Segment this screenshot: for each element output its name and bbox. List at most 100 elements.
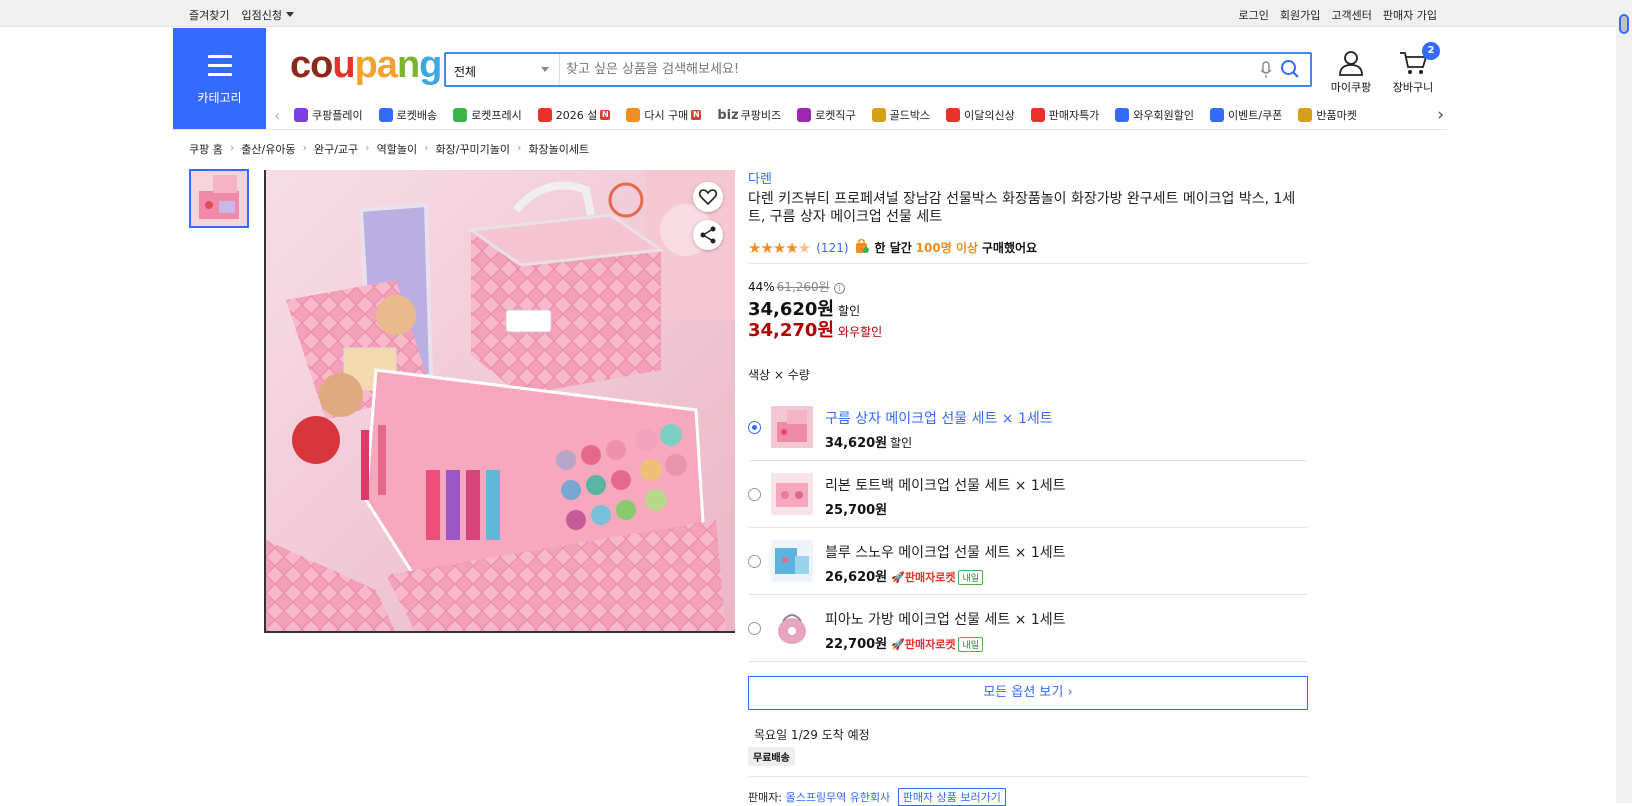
new-icon (946, 108, 961, 122)
search-bar: 전체 (444, 52, 1312, 87)
tomorrow-badge: 내일 (958, 570, 984, 585)
brand-link[interactable]: 다렌 (748, 168, 772, 187)
rebuy-icon (626, 108, 641, 122)
option-label: 색상 × 수량 (748, 368, 810, 382)
option-name: 피아노 가방 메이크업 선물 세트 × 1세트 (825, 612, 1066, 628)
nav-item[interactable]: 와우회원할인 (1115, 107, 1194, 123)
seller-products-button[interactable]: 판매자 상품 보러가기 (897, 788, 1006, 806)
breadcrumb-item[interactable]: 출산/유아동 (241, 141, 295, 157)
option-radio[interactable] (748, 555, 761, 568)
search-input[interactable] (566, 58, 1226, 80)
nav-item[interactable]: 로켓직구 (797, 107, 856, 123)
search-icon[interactable] (1280, 59, 1300, 83)
wishlist-button[interactable] (693, 182, 723, 212)
customer-center-link[interactable]: 고객센터 (1331, 7, 1371, 23)
new-badge: N (691, 110, 702, 120)
nav-item[interactable]: 쿠팡플레이 (294, 107, 363, 123)
login-link[interactable]: 로그인 (1239, 7, 1269, 23)
bought-icon (855, 238, 869, 257)
seller-rocket-badge: 🚀판매자로켓 (891, 571, 956, 584)
nav-item[interactable]: 로켓배송 (378, 107, 438, 123)
mycoupang-button[interactable]: 마이쿠팡 (1329, 50, 1373, 95)
option-radio[interactable] (748, 488, 761, 501)
nav-item[interactable]: 골드박스 (871, 107, 930, 123)
nav-item-label: 다시 구매 (644, 109, 689, 122)
breadcrumb-item[interactable]: 화장/꾸미기놀이 (435, 141, 510, 157)
sale-icon (1030, 108, 1045, 122)
option-radio[interactable] (748, 421, 761, 434)
nav-item-label: 와우회원할인 (1133, 109, 1195, 122)
product-main-image[interactable] (264, 170, 735, 633)
option-item[interactable]: 블루 스노우 메이크업 선물 세트 × 1세트 26,620원 🚀판매자로켓 내일 (748, 528, 1308, 595)
nav-next-icon[interactable]: › (1437, 105, 1444, 125)
seller-name-link[interactable]: 올스프링무역 유한회사 (786, 791, 891, 804)
option-item[interactable]: 피아노 가방 메이크업 선물 세트 × 1세트 22,700원 🚀판매자로켓 내일 (748, 595, 1308, 662)
chevron-right-icon: › (229, 141, 235, 154)
nav-item[interactable]: 로켓프레시 (453, 107, 522, 123)
gift-icon (537, 108, 552, 122)
nav-item-label: 로켓프레시 (471, 109, 522, 122)
nav-item[interactable]: 다시 구매 N (626, 107, 702, 123)
wow-icon (1115, 108, 1130, 122)
discount-info: 44% 61,260원 i (748, 278, 845, 295)
rocket-fresh-icon (453, 108, 468, 122)
chevron-right-icon: › (302, 141, 307, 154)
option-item[interactable]: 리본 토트백 메이크업 선물 세트 × 1세트 25,700원 (748, 461, 1308, 528)
info-icon[interactable]: i (833, 283, 845, 294)
divider (748, 263, 1308, 264)
nav-item[interactable]: 반품마켓 (1298, 107, 1357, 123)
category-menu-button[interactable]: 카테고리 (173, 28, 266, 130)
bought-summary: 한 달간 100명 이상 구매했어요 (874, 241, 1038, 255)
option-radio[interactable] (748, 622, 761, 635)
top-utility-bar: 즐겨찾기 입점신청 로그인 회원가입 고객센터 판매자 가입 (0, 0, 1632, 27)
user-icon (1339, 51, 1363, 76)
nav-item[interactable]: 이달의신상 (946, 107, 1015, 123)
store-apply-label: 입점신청 (241, 9, 282, 22)
nav-item[interactable]: 2026 설N (537, 107, 611, 123)
all-options-button[interactable]: 모든 옵션 보기 › (748, 676, 1308, 710)
option-image (771, 607, 813, 649)
tomorrow-badge: 내일 (958, 637, 984, 652)
share-button[interactable] (693, 220, 723, 250)
seller-rocket-badge: 🚀판매자로켓 (891, 638, 956, 651)
nav-item-label: 이벤트/쿠폰 (1228, 109, 1283, 122)
seller-signup-link[interactable]: 판매자 가입 (1383, 7, 1437, 23)
shortcut-nav-items: 쿠팡플레이 로켓배송 로켓프레시 2026 설 N 다시 구매 Nbiz 쿠팡비즈 로켓직구 골드… (294, 107, 1357, 123)
nav-item-label: 로켓배송 (396, 109, 438, 122)
nav-item[interactable]: biz 쿠팡비즈 (717, 107, 781, 123)
review-count-link[interactable]: (121) (816, 241, 848, 255)
new-badge: N (600, 110, 611, 120)
scrollbar-thumb[interactable] (1619, 14, 1629, 34)
nav-item-label: 쿠팡비즈 (740, 109, 782, 122)
breadcrumb-item[interactable]: 역할놀이 (377, 141, 417, 157)
search-category-select[interactable]: 전체 (446, 54, 560, 85)
rating-stars-icon: ★★★★★ (748, 238, 811, 257)
breadcrumb-item[interactable]: 쿠팡 홈 (189, 141, 223, 157)
coupang-logo[interactable]: coupang (290, 44, 442, 87)
bookmark-link[interactable]: 즐겨찾기 (189, 7, 229, 23)
nav-item-label: 로켓직구 (815, 109, 856, 122)
nav-item-label: 판매자특가 (1048, 109, 1100, 122)
option-name: 리본 토트백 메이크업 선물 세트 × 1세트 (825, 478, 1066, 494)
wow-price: 34,270원 와우할인 (748, 320, 883, 341)
microphone-icon[interactable] (1260, 61, 1272, 83)
cart-count-badge: 2 (1422, 42, 1440, 60)
signup-link[interactable]: 회원가입 (1280, 7, 1320, 23)
store-apply-menu[interactable]: 입점신청 (241, 7, 294, 23)
nav-prev-icon[interactable]: ‹ (274, 106, 280, 125)
breadcrumb-item[interactable]: 완구/교구 (314, 141, 358, 157)
option-price: 22,700원 🚀판매자로켓 내일 (825, 633, 984, 652)
nav-item[interactable]: 이벤트/쿠폰 (1210, 107, 1282, 123)
return-market-icon (1298, 108, 1313, 122)
hamburger-icon (208, 55, 232, 82)
original-price: 61,260원 (776, 280, 830, 294)
nav-item[interactable]: 판매자특가 (1030, 107, 1100, 123)
cart-button[interactable]: 장바구니 2 (1391, 42, 1440, 95)
product-thumbnail[interactable] (189, 169, 249, 228)
page-scrollbar[interactable] (1616, 0, 1632, 803)
option-name: 블루 스노우 메이크업 선물 세트 × 1세트 (825, 545, 1066, 561)
breadcrumb-item[interactable]: 화장놀이세트 (528, 141, 589, 157)
option-item[interactable]: 구름 상자 메이크업 선물 세트 × 1세트 34,620원 할인 (748, 394, 1308, 461)
global-icon (797, 108, 812, 122)
free-shipping-badge: 무료배송 (748, 747, 795, 766)
